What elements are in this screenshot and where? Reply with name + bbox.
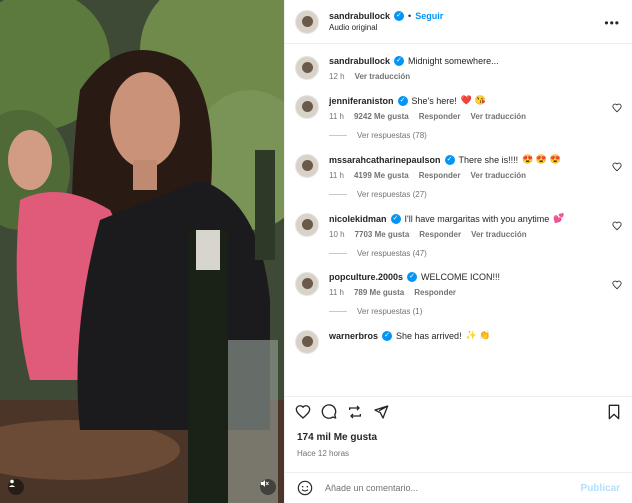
list-item: nicolekidman ✓ I'll have margaritas with… (295, 213, 622, 258)
comment-time[interactable]: 11 h (329, 112, 344, 121)
caption-username[interactable]: sandrabullock (329, 56, 390, 66)
comment-text: She's here! (411, 95, 457, 106)
comment-emoji: ❤️ 😘 (460, 95, 486, 105)
verified-badge-icon: ✓ (394, 56, 405, 66)
verified-badge-icon: ✓ (382, 330, 393, 341)
separator: • (408, 11, 412, 21)
avatar[interactable] (295, 272, 319, 296)
smiley-icon[interactable] (297, 480, 313, 496)
comment-username[interactable]: warnerbros (329, 331, 378, 341)
more-horizontal-icon[interactable]: ••• (604, 16, 620, 30)
translate-link[interactable]: Ver traducción (471, 230, 527, 239)
follow-button[interactable]: Seguir (415, 11, 443, 21)
comment-likes[interactable]: 9242 Me gusta (354, 112, 409, 121)
avatar[interactable] (295, 95, 319, 119)
header-text: sandrabullock ✓ • Seguir Audio original (329, 11, 443, 32)
comment-likes[interactable]: 4199 Me gusta (354, 171, 409, 180)
muted-speaker-icon (261, 480, 269, 487)
comment-text: I'll have margaritas with you anytime (404, 213, 550, 224)
view-replies[interactable]: Ver respuestas (47) (329, 249, 622, 258)
heart-icon[interactable] (612, 162, 622, 172)
verified-badge-icon: ✓ (390, 213, 401, 224)
heart-icon[interactable] (295, 404, 311, 420)
verified-badge-icon: ✓ (407, 272, 418, 282)
translate-link[interactable]: Ver traducción (470, 112, 526, 121)
view-replies[interactable]: Ver respuestas (1) (329, 307, 622, 316)
profile-tag-button[interactable] (8, 479, 24, 495)
divider (329, 135, 347, 136)
instagram-post-modal: sandrabullock ✓ • Seguir Audio original … (0, 0, 632, 503)
view-replies-label[interactable]: Ver respuestas (78) (357, 131, 427, 140)
comment-emoji: 😍 😍 😍 (522, 154, 561, 164)
translate-link[interactable]: Ver traducción (470, 171, 526, 180)
heart-icon[interactable] (612, 103, 622, 113)
comment-icon[interactable] (321, 403, 337, 420)
divider (329, 253, 347, 254)
video-player[interactable] (0, 0, 284, 503)
mute-button[interactable] (260, 479, 276, 495)
reply-button[interactable]: Responder (414, 288, 456, 297)
publish-button[interactable]: Publicar (581, 483, 620, 494)
reply-button[interactable]: Responder (419, 230, 461, 239)
avatar[interactable] (295, 330, 319, 354)
comments-list[interactable]: sandrabullock ✓ Midnight somewhere... 12… (285, 44, 632, 392)
list-item: jenniferaniston ✓ She's here! ❤️ 😘 11 h … (295, 95, 622, 140)
comment-text: WELCOME ICON!!! (421, 272, 501, 282)
avatar[interactable] (295, 9, 319, 34)
view-replies-label[interactable]: Ver respuestas (27) (357, 190, 427, 199)
avatar[interactable] (295, 213, 319, 237)
post-timestamp[interactable]: Hace 12 horas (297, 449, 349, 458)
heart-icon[interactable] (612, 221, 622, 231)
comment-username[interactable]: mssarahcatharinepaulson (329, 155, 441, 165)
view-replies-label[interactable]: Ver respuestas (1) (357, 307, 422, 316)
caption-text: Midnight somewhere... (408, 56, 499, 66)
likes-count[interactable]: 174 mil Me gusta (297, 432, 377, 443)
avatar[interactable] (295, 154, 319, 178)
video-frame (0, 0, 284, 503)
reply-button[interactable]: Responder (419, 112, 461, 121)
heart-icon[interactable] (612, 280, 622, 290)
caption-time[interactable]: 12 h (329, 72, 345, 81)
post-side-panel: sandrabullock ✓ • Seguir Audio original … (284, 0, 632, 503)
comment-time[interactable]: 11 h (329, 171, 344, 180)
verified-badge-icon: ✓ (444, 154, 455, 165)
list-item: warnerbros ✓ She has arrived! ✨ 👏 (295, 330, 622, 354)
comment-time[interactable]: 10 h (329, 230, 345, 239)
comment-username[interactable]: popculture.2000s (329, 272, 403, 282)
verified-badge-icon: ✓ (397, 95, 408, 106)
author-username[interactable]: sandrabullock (329, 11, 390, 21)
comment-emoji: 💕 (553, 213, 565, 223)
translate-link[interactable]: Ver traducción (355, 72, 411, 81)
view-replies[interactable]: Ver respuestas (27) (329, 190, 622, 199)
comment-text: She has arrived! (396, 330, 462, 341)
comment-time[interactable]: 11 h (329, 288, 344, 297)
view-replies[interactable]: Ver respuestas (78) (329, 131, 622, 140)
comment-composer: Añade un comentario... Publicar (285, 472, 632, 503)
person-icon (8, 479, 16, 487)
list-item: mssarahcatharinepaulson ✓ There she is!!… (295, 154, 622, 199)
post-header: sandrabullock ✓ • Seguir Audio original … (285, 0, 632, 44)
view-replies-label[interactable]: Ver respuestas (47) (357, 249, 427, 258)
comment-emoji: ✨ 👏 (465, 330, 491, 340)
list-item: popculture.2000s ✓ WELCOME ICON!!! 11 h … (295, 272, 622, 316)
bookmark-icon[interactable] (606, 404, 622, 420)
comment-text: There she is!!!! (458, 154, 519, 165)
comment-input[interactable]: Añade un comentario... (325, 483, 569, 493)
comment-username[interactable]: nicolekidman (329, 214, 387, 224)
post-actions-bar (285, 396, 632, 426)
avatar[interactable] (295, 56, 319, 80)
share-icon[interactable] (373, 404, 389, 420)
divider (329, 311, 347, 312)
comment-likes[interactable]: 7703 Me gusta (355, 230, 410, 239)
audio-label[interactable]: Audio original (329, 23, 443, 32)
caption: sandrabullock ✓ Midnight somewhere... 12… (295, 56, 622, 81)
comment-likes[interactable]: 789 Me gusta (354, 288, 404, 297)
comment-username[interactable]: jenniferaniston (329, 96, 394, 106)
verified-badge-icon: ✓ (394, 11, 405, 21)
repost-icon[interactable] (347, 404, 363, 420)
reply-button[interactable]: Responder (419, 171, 461, 180)
divider (329, 194, 347, 195)
